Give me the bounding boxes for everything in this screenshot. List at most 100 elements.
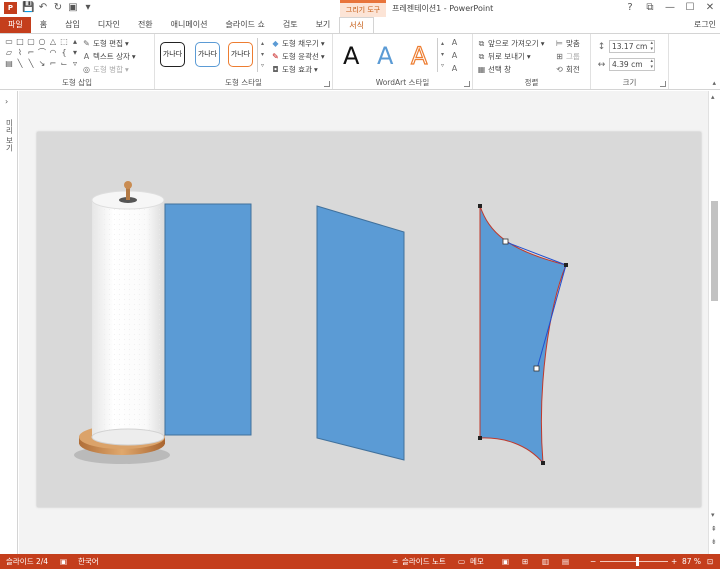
scroll-up-icon[interactable]: ▴ [711,93,715,101]
zoom-level[interactable]: 87 % [682,554,701,569]
slide-sorter-icon[interactable]: ⊞ [522,554,528,569]
rotate-button[interactable]: ⟲ 회전 [555,64,580,75]
chevron-up-icon[interactable]: ▴ [438,38,447,49]
shapes-gallery[interactable]: ▭ □ ▢ ○ △ ⬚ ▴ ▱ ⌇ ⌐ ⌒ ◠ { ▾ ▤ ╲ ╲ ↘ ⌐ ⌙ … [4,37,77,69]
tab-home[interactable]: 홈 [31,17,56,33]
selection-pane-button[interactable]: ▦ 선택 창 [477,64,544,75]
rectangle-shape-icon[interactable]: □ [15,37,25,47]
edit-shape-button[interactable]: ✎ 도형 편집 ▾ [82,38,136,49]
align-button[interactable]: ⊨ 맞춤 [555,38,580,49]
curve-shape-icon[interactable]: ⌒ [37,48,47,58]
normal-view-icon[interactable]: ▣ [502,554,509,569]
arrow-shape-icon[interactable]: ↘ [37,59,47,69]
send-backward-button[interactable]: ⧉ 뒤로 보내기 ▾ [477,51,544,62]
save-icon[interactable]: 💾 [22,1,34,15]
wordart-launcher-icon[interactable] [464,81,470,87]
shape-width-input[interactable]: 4.39 cm [609,58,655,71]
tab-view[interactable]: 보기 [307,17,340,33]
scrollbar-thumb[interactable] [711,201,718,301]
reading-view-icon[interactable]: ▥ [542,554,549,569]
elbow-shape-icon[interactable]: ⌐ [48,59,58,69]
brace-shape-icon[interactable]: { [59,48,69,58]
oval-shape-icon[interactable]: ○ [37,37,47,47]
tab-file[interactable]: 파일 [0,17,31,33]
comments-icon[interactable]: ▭ [458,554,465,569]
tab-format[interactable]: 서식 [339,17,375,33]
wordart-style-orange-outline[interactable]: A [410,41,428,70]
chevron-up-icon[interactable]: ▴ [258,38,267,49]
group-button[interactable]: ⊞ 그룹 [555,51,580,62]
gallery-more-icon[interactable]: ▿ [70,59,80,69]
chevron-down-icon[interactable]: ▾ [258,49,267,60]
line-shape-icon[interactable]: ╲ [26,59,36,69]
shape-style-preset-3[interactable]: 가나다 [228,42,253,67]
paper-sheet-parallelogram[interactable] [316,205,405,461]
bracket-shape-icon[interactable]: ⌐ [26,48,36,58]
customize-qat-icon[interactable]: ▾ [82,1,94,15]
tab-design[interactable]: 디자인 [89,17,129,33]
connector-shape-icon[interactable]: ⌙ [59,59,69,69]
previous-slide-icon[interactable]: ⇞ [711,525,717,533]
triangle-shape-icon[interactable]: △ [48,37,58,47]
login-link[interactable]: 로그인 [694,17,716,33]
rounded-rect-shape-icon[interactable]: ▢ [26,37,36,47]
wordart-gallery-scroll[interactable]: ▴ ▾ ▿ [437,38,447,72]
tab-slideshow[interactable]: 슬라이드 쇼 [216,17,273,33]
shape-styles-launcher-icon[interactable] [324,81,330,87]
gallery-down-icon[interactable]: ▾ [70,48,80,58]
comments-button[interactable]: 메모 [470,554,484,569]
tab-transitions[interactable]: 전환 [129,17,162,33]
line-shape-icon[interactable]: ╲ [15,59,25,69]
parallelogram-shape-icon[interactable]: ▱ [4,48,14,58]
tab-review[interactable]: 검토 [274,17,307,33]
text-box-shape-icon[interactable]: ▤ [4,59,14,69]
text-outline-button[interactable]: A [450,50,459,61]
notes-icon[interactable]: ≐ [392,554,398,569]
bring-forward-button[interactable]: ⧉ 앞으로 가져오기 ▾ [477,38,545,49]
fit-slide-icon[interactable]: ⊡ [707,554,713,569]
bezier-handle[interactable] [533,365,540,372]
text-effects-button[interactable]: A [450,63,459,74]
more-icon[interactable]: ▿ [258,60,267,71]
next-slide-icon[interactable]: ⇟ [711,538,717,546]
vertex-point[interactable] [541,461,545,465]
freeform-shape-icon[interactable]: ⌇ [15,48,25,58]
help-icon[interactable]: ? [620,0,640,16]
zoom-slider-thumb[interactable] [636,557,639,566]
slide-canvas[interactable] [37,132,701,507]
language-indicator[interactable]: 한국어 [78,554,99,569]
cube-shape-icon[interactable]: ⬚ [59,37,69,47]
wordart-style-blue[interactable]: A [377,42,393,70]
zoom-in-icon[interactable]: + [671,554,677,569]
collapse-ribbon-icon[interactable]: ▴ [712,79,716,87]
shape-effects-button[interactable]: ◘ 도형 효과 ▾ [271,64,325,75]
expand-thumbnails-icon[interactable]: › [5,97,8,106]
arc-shape-icon[interactable]: ◠ [48,48,58,58]
ribbon-display-options-icon[interactable]: ⧉ [640,0,660,16]
text-fill-button[interactable]: A [450,37,459,48]
shape-style-gallery-scroll[interactable]: ▴ ▾ ▿ [257,38,267,72]
shape-fill-button[interactable]: ◆ 도형 채우기 ▾ [271,38,324,49]
tab-insert[interactable]: 삽입 [56,17,89,33]
close-icon[interactable]: ✕ [700,0,720,16]
minimize-icon[interactable]: — [660,0,680,16]
chevron-down-icon[interactable]: ▾ [438,49,447,60]
bezier-handle[interactable] [502,238,509,245]
tab-animations[interactable]: 애니메이션 [162,17,217,33]
wordart-style-black[interactable]: A [343,42,359,70]
paper-sheet-rectangle[interactable] [164,203,252,436]
zoom-out-icon[interactable]: − [590,554,596,569]
undo-icon[interactable]: ↶ [37,1,49,15]
shape-style-preset-2[interactable]: 가나다 [195,42,220,67]
vertex-point[interactable] [478,204,482,208]
size-launcher-icon[interactable] [660,81,666,87]
paper-sheet-freeform[interactable] [478,204,568,465]
more-icon[interactable]: ▿ [438,60,447,71]
shape-style-preset-1[interactable]: 가나다 [160,42,185,67]
slideshow-view-icon[interactable]: ▤ [562,554,569,569]
vertex-point[interactable] [564,263,568,267]
rectangle-shape-icon[interactable]: ▭ [4,37,14,47]
shape-outline-button[interactable]: ✎ 도형 윤곽선 ▾ [271,51,325,62]
merge-shapes-button[interactable]: ◎ 도형 병합 ▾ [82,64,136,75]
redo-icon[interactable]: ↻ [52,1,64,15]
